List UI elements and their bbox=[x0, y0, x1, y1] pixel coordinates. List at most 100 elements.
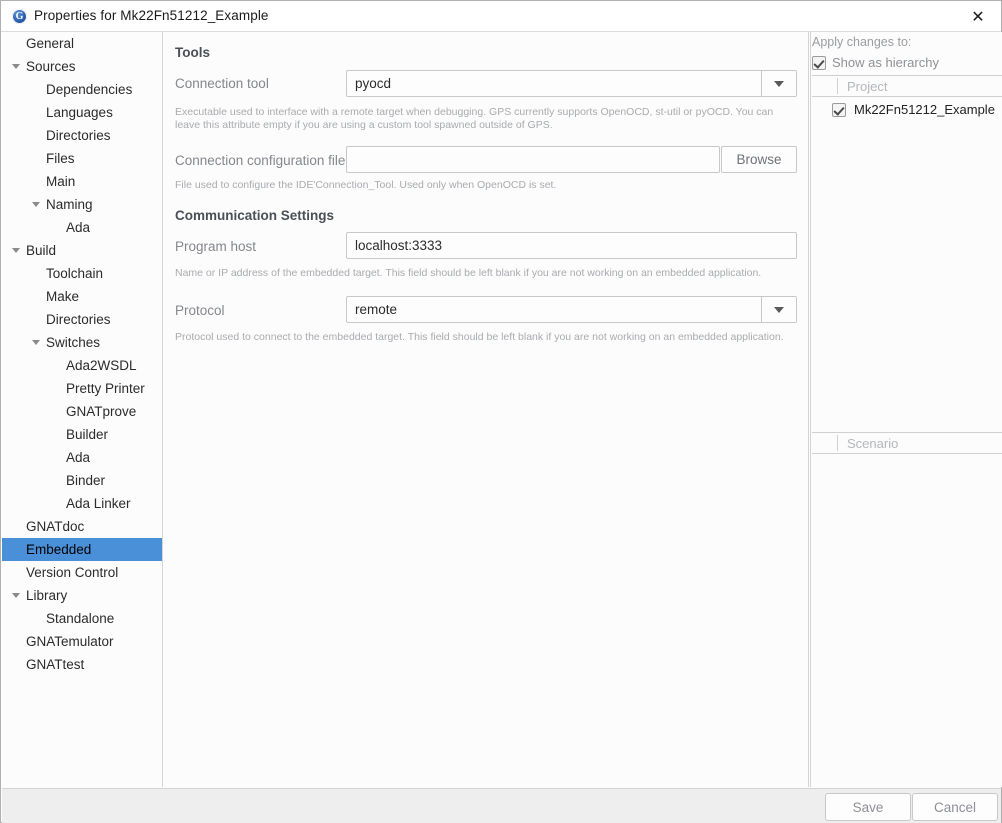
cancel-button[interactable]: Cancel bbox=[912, 793, 998, 821]
sidebar-item-label: GNATemulator bbox=[26, 634, 114, 649]
sidebar-item-label: Ada bbox=[66, 450, 91, 465]
sidebar-item-label: Make bbox=[46, 289, 80, 304]
expander-triangle-icon[interactable] bbox=[28, 331, 44, 354]
sidebar-item-label: Dependencies bbox=[46, 82, 133, 97]
sidebar-item-standalone[interactable]: Standalone bbox=[2, 607, 162, 630]
communication-section-title: Communication Settings bbox=[175, 208, 335, 223]
sidebar-item-label: Ada bbox=[66, 220, 91, 235]
sidebar-item-label: Binder bbox=[66, 473, 106, 488]
title-bar: G Properties for Mk22Fn51212_Example ✕ bbox=[1, 1, 1001, 32]
protocol-label: Protocol bbox=[175, 303, 225, 318]
apply-changes-label: Apply changes to: bbox=[812, 35, 912, 49]
sidebar-item-toolchain[interactable]: Toolchain bbox=[2, 262, 162, 285]
sidebar-item-label: Naming bbox=[46, 197, 93, 212]
sidebar-item-gnattest[interactable]: GNATtest bbox=[2, 653, 162, 676]
sidebar-item-label: Library bbox=[26, 588, 68, 603]
settings-tree[interactable]: General Sources Dependencies Languages Direc… bbox=[2, 32, 163, 787]
show-as-hierarchy-label: Show as hierarchy bbox=[832, 55, 939, 70]
connection-config-file-help: File used to configure the IDE'Connectio… bbox=[175, 179, 557, 191]
sidebar-item-build[interactable]: Build bbox=[2, 239, 162, 262]
sidebar-item-label: Switches bbox=[46, 335, 101, 350]
sidebar-item-languages[interactable]: Languages bbox=[2, 101, 162, 124]
sidebar-item-ada[interactable]: Ada bbox=[2, 216, 162, 239]
sidebar-item-label: Builder bbox=[66, 427, 109, 442]
sidebar-item-label: GNATtest bbox=[26, 657, 85, 672]
gnat-studio-icon: G bbox=[12, 9, 27, 24]
browse-button[interactable]: Browse bbox=[721, 146, 797, 173]
project-list-header: Project bbox=[812, 75, 1002, 97]
sidebar-item-label: Directories bbox=[46, 312, 111, 327]
embedded-settings-panel: Tools Connection tool pyocd Executable u… bbox=[164, 32, 809, 787]
expander-triangle-icon[interactable] bbox=[28, 193, 44, 216]
chevron-down-icon[interactable] bbox=[761, 297, 796, 322]
tools-section-title: Tools bbox=[175, 45, 210, 60]
connection-config-file-label: Connection configuration file bbox=[175, 153, 346, 168]
sidebar-item-label: Ada Linker bbox=[66, 496, 131, 511]
dialog-footer: Save Cancel bbox=[2, 788, 1001, 823]
checkbox-icon[interactable] bbox=[812, 55, 826, 70]
sidebar-item-label: General bbox=[26, 36, 75, 51]
sidebar-item-files[interactable]: Files bbox=[2, 147, 162, 170]
apply-changes-panel: Apply changes to: Show as hierarchy Proj… bbox=[810, 32, 1002, 787]
connection-tool-combo[interactable]: pyocd bbox=[346, 70, 797, 97]
sidebar-item-binder[interactable]: Binder bbox=[2, 469, 162, 492]
sidebar-item-directories[interactable]: Directories bbox=[2, 308, 162, 331]
sidebar-item-embedded[interactable]: Embedded bbox=[2, 538, 162, 561]
sidebar-item-make[interactable]: Make bbox=[2, 285, 162, 308]
program-host-input[interactable] bbox=[346, 232, 797, 259]
protocol-combo[interactable]: remote bbox=[346, 296, 797, 323]
protocol-value: remote bbox=[355, 302, 398, 317]
show-as-hierarchy-checkbox[interactable]: Show as hierarchy bbox=[812, 55, 939, 70]
sidebar-item-label: Pretty Printer bbox=[66, 381, 145, 396]
project-name: Mk22Fn51212_Example bbox=[854, 102, 995, 117]
protocol-help: Protocol used to connect to the embedded… bbox=[175, 331, 784, 343]
sidebar-item-directories[interactable]: Directories bbox=[2, 124, 162, 147]
checkbox-icon[interactable] bbox=[832, 102, 846, 117]
sidebar-item-ada[interactable]: Ada bbox=[2, 446, 162, 469]
sidebar-item-label: GNATprove bbox=[66, 404, 137, 419]
expander-triangle-icon[interactable] bbox=[8, 584, 24, 607]
sidebar-item-label: Main bbox=[46, 174, 76, 189]
save-button[interactable]: Save bbox=[825, 793, 911, 821]
scenario-list-header: Scenario bbox=[812, 432, 1002, 454]
panel-divider bbox=[810, 32, 811, 787]
sidebar-item-label: Languages bbox=[46, 105, 113, 120]
chevron-down-icon[interactable] bbox=[761, 71, 796, 96]
sidebar-item-builder[interactable]: Builder bbox=[2, 423, 162, 446]
expander-triangle-icon[interactable] bbox=[8, 239, 24, 262]
sidebar-item-dependencies[interactable]: Dependencies bbox=[2, 78, 162, 101]
sidebar-item-ada-linker[interactable]: Ada Linker bbox=[2, 492, 162, 515]
sidebar-item-sources[interactable]: Sources bbox=[2, 55, 162, 78]
program-host-help: Name or IP address of the embedded targe… bbox=[175, 267, 762, 279]
sidebar-item-label: Files bbox=[46, 151, 75, 166]
project-list-item[interactable]: Mk22Fn51212_Example bbox=[832, 102, 995, 117]
sidebar-item-label: Embedded bbox=[26, 542, 92, 557]
sidebar-item-version-control[interactable]: Version Control bbox=[2, 561, 162, 584]
sidebar-item-switches[interactable]: Switches bbox=[2, 331, 162, 354]
connection-tool-value: pyocd bbox=[355, 76, 392, 91]
sidebar-item-main[interactable]: Main bbox=[2, 170, 162, 193]
connection-tool-help: Executable used to interface with a remo… bbox=[175, 106, 774, 131]
sidebar-item-label: Toolchain bbox=[46, 266, 104, 281]
sidebar-item-label: GNATdoc bbox=[26, 519, 85, 534]
connection-config-file-input[interactable] bbox=[346, 146, 720, 173]
sidebar-item-library[interactable]: Library bbox=[2, 584, 162, 607]
scenario-column-header: Scenario bbox=[847, 435, 899, 451]
expander-triangle-icon[interactable] bbox=[8, 55, 24, 78]
window-title: Properties for Mk22Fn51212_Example bbox=[34, 8, 269, 23]
properties-dialog: G Properties for Mk22Fn51212_Example ✕ G… bbox=[0, 0, 1002, 823]
sidebar-item-pretty-printer[interactable]: Pretty Printer bbox=[2, 377, 162, 400]
sidebar-item-label: Sources bbox=[26, 59, 76, 74]
sidebar-item-gnatemulator[interactable]: GNATemulator bbox=[2, 630, 162, 653]
program-host-label: Program host bbox=[175, 239, 257, 254]
sidebar-item-gnatprove[interactable]: GNATprove bbox=[2, 400, 162, 423]
sidebar-item-label: Build bbox=[26, 243, 57, 258]
close-icon[interactable]: ✕ bbox=[955, 1, 1001, 32]
sidebar-item-gnatdoc[interactable]: GNATdoc bbox=[2, 515, 162, 538]
sidebar-item-label: Ada2WSDL bbox=[66, 358, 137, 373]
sidebar-item-general[interactable]: General bbox=[2, 32, 162, 55]
project-column-header: Project bbox=[847, 78, 888, 94]
sidebar-item-label: Version Control bbox=[26, 565, 119, 580]
sidebar-item-ada2wsdl[interactable]: Ada2WSDL bbox=[2, 354, 162, 377]
sidebar-item-naming[interactable]: Naming bbox=[2, 193, 162, 216]
